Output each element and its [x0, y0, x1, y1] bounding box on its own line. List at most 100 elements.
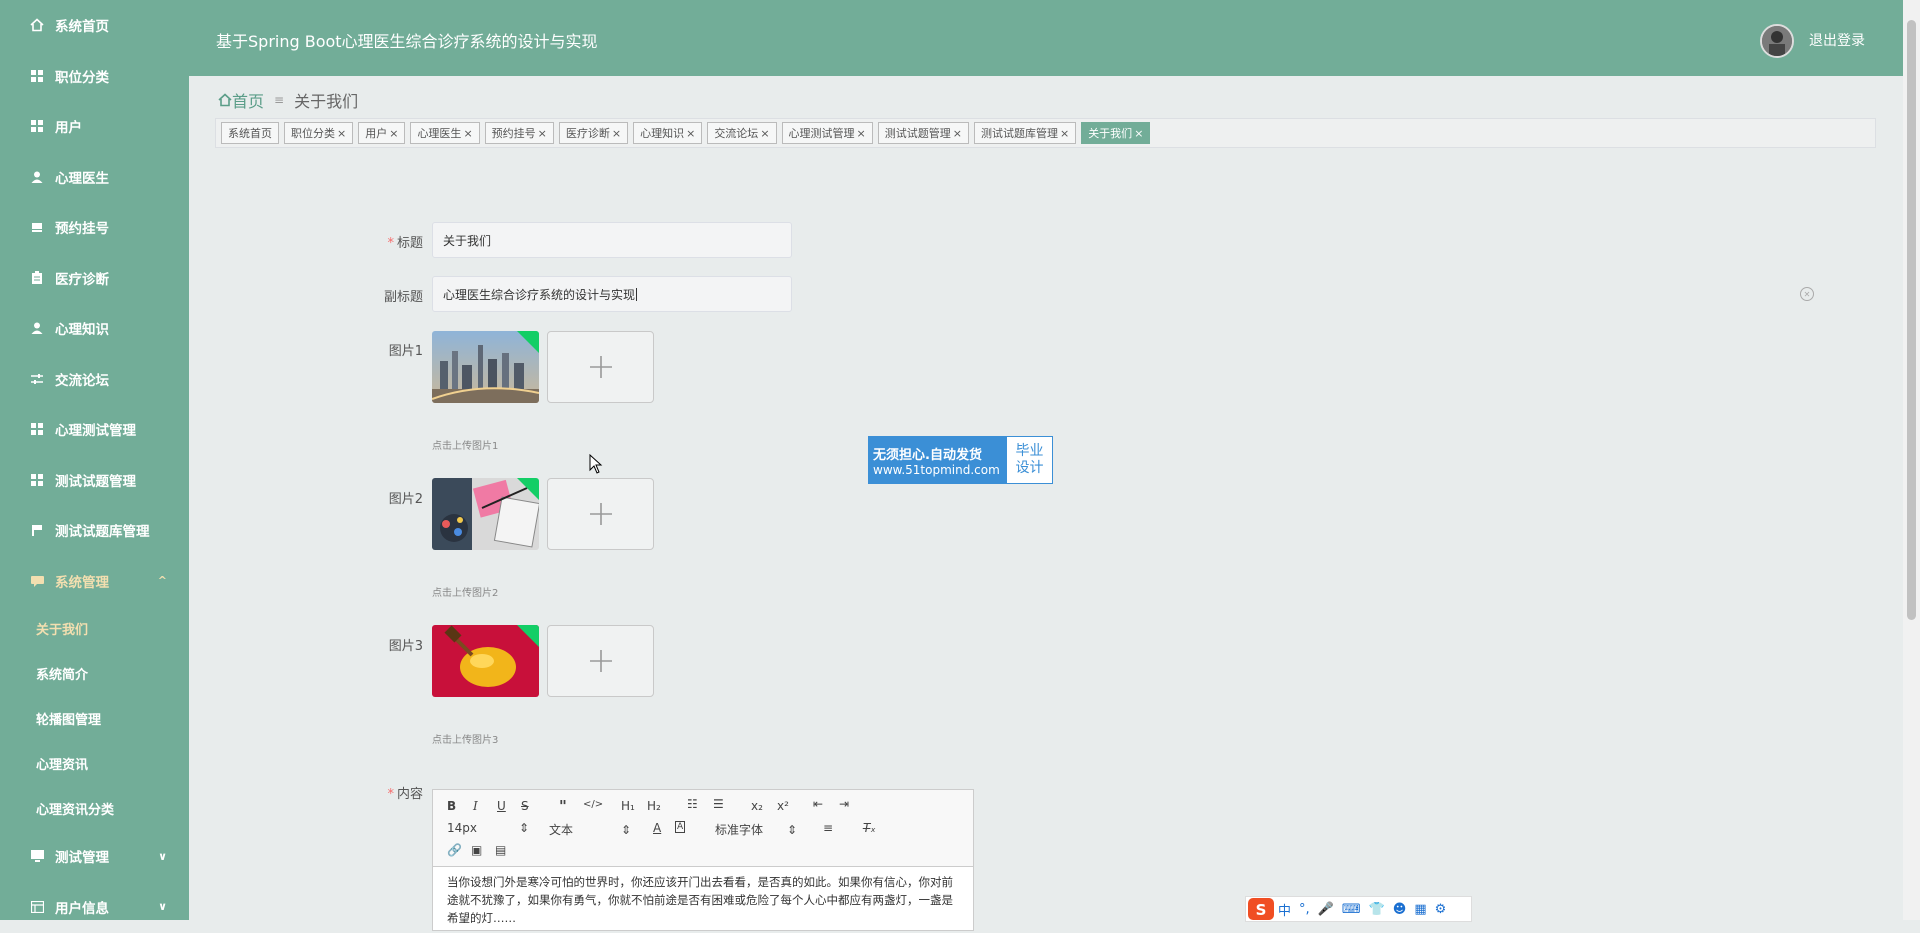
title-input[interactable]: 关于我们: [432, 222, 792, 258]
pic1-tip: 点击上传图片1: [432, 441, 499, 452]
close-icon[interactable]: ×: [337, 127, 346, 140]
close-icon[interactable]: ×: [1060, 127, 1069, 140]
sidebar-item[interactable]: 心理测试管理: [0, 404, 189, 455]
pic3-thumbnail[interactable]: [432, 625, 539, 697]
editor-content[interactable]: 当你设想门外是寒冷可怕的世界时，你还应该开门出去看看，是否真的如此。如果你有信心…: [433, 867, 973, 933]
ime-toolbar[interactable]: S 中 °, 🎤 ⌨ 👕 ☻ ▦ ⚙: [1245, 896, 1472, 922]
close-icon[interactable]: ×: [686, 127, 695, 140]
outdent-button[interactable]: ⇤: [813, 797, 823, 811]
sidebar-item[interactable]: 用户信息 ∨: [0, 882, 189, 921]
h1-button[interactable]: H₁: [621, 799, 635, 813]
h2-button[interactable]: H₂: [647, 799, 661, 813]
breadcrumb-home[interactable]: 首页: [218, 88, 264, 112]
tab[interactable]: 心理医生 ×: [410, 122, 480, 144]
sidebar-group-system[interactable]: 系统管理 ^: [0, 556, 189, 607]
close-icon[interactable]: ×: [389, 127, 398, 140]
plus-icon: [589, 503, 612, 525]
subtitle-input[interactable]: 心理医生综合诊疗系统的设计与实现: [432, 276, 792, 312]
pic1-upload-button[interactable]: [547, 331, 654, 403]
text-type-select[interactable]: 文本 ⇕: [549, 821, 631, 838]
toolbox-icon[interactable]: ▦: [1414, 902, 1426, 917]
close-icon[interactable]: ×: [760, 127, 769, 140]
font-color-button[interactable]: A: [653, 821, 661, 835]
clear-icon[interactable]: ✕: [1800, 287, 1814, 301]
italic-button[interactable]: I: [473, 799, 478, 813]
bg-color-button[interactable]: A: [675, 821, 686, 833]
underline-button[interactable]: U: [497, 799, 506, 813]
bullet-list-button[interactable]: ☰: [713, 797, 724, 811]
image-icon[interactable]: ▣: [471, 843, 482, 857]
close-icon[interactable]: ×: [857, 127, 866, 140]
page-scrollbar[interactable]: [1903, 0, 1920, 920]
mic-icon[interactable]: 🎤: [1318, 902, 1334, 917]
sidebar-subitem[interactable]: 心理资讯: [0, 741, 189, 786]
font-size-select[interactable]: 14px ⇕: [447, 821, 529, 835]
tab[interactable]: 系统首页: [221, 122, 279, 144]
bold-button[interactable]: B: [447, 799, 456, 813]
align-button[interactable]: ≡: [823, 821, 833, 835]
avatar[interactable]: [1760, 24, 1794, 58]
sidebar-subitem[interactable]: 关于我们: [0, 606, 189, 651]
punctuation-icon[interactable]: °,: [1299, 902, 1310, 917]
home-icon: [218, 93, 232, 107]
video-icon[interactable]: ▤: [495, 843, 506, 857]
font-family-select[interactable]: 标准字体 ⇕: [715, 821, 797, 838]
home-icon: [29, 17, 45, 33]
sidebar-item[interactable]: 医疗诊断: [0, 253, 189, 304]
sidebar-item[interactable]: 测试试题库管理: [0, 505, 189, 556]
strike-button[interactable]: S: [521, 799, 529, 813]
sidebar-item[interactable]: 测试管理 ∨: [0, 831, 189, 882]
tab[interactable]: 用户 ×: [358, 122, 406, 144]
subscript-button[interactable]: x₂: [751, 799, 763, 813]
sidebar: 系统首页 职位分类 用户 心理医生 预约挂号 医疗诊断心理知识交流论坛 心理测试管理 测试试题…: [0, 0, 189, 920]
code-button[interactable]: </>: [583, 799, 603, 810]
tab[interactable]: 关于我们 ×: [1081, 122, 1151, 144]
pic1-thumbnail[interactable]: [432, 331, 539, 403]
sidebar-item[interactable]: 测试试题管理: [0, 455, 189, 506]
tab-label: 关于我们: [1088, 127, 1133, 140]
sidebar-item[interactable]: 职位分类: [0, 51, 189, 102]
keyboard-icon[interactable]: ⌨: [1342, 902, 1361, 917]
sidebar-subitem[interactable]: 心理资讯分类: [0, 786, 189, 831]
close-icon[interactable]: ×: [612, 127, 621, 140]
pic2-thumbnail[interactable]: [432, 478, 539, 550]
tab[interactable]: 预约挂号 ×: [484, 122, 554, 144]
settings-icon[interactable]: ⚙: [1435, 902, 1447, 917]
sidebar-item[interactable]: 系统首页: [0, 0, 189, 51]
skin-icon[interactable]: 👕: [1369, 902, 1385, 917]
scrollbar-thumb[interactable]: [1907, 20, 1916, 620]
logout-button[interactable]: 退出登录: [1809, 30, 1865, 50]
superscript-button[interactable]: x²: [777, 799, 789, 813]
emoji-icon[interactable]: ☻: [1393, 902, 1407, 917]
tab[interactable]: 心理测试管理 ×: [781, 122, 873, 144]
tab[interactable]: 交流论坛 ×: [707, 122, 777, 144]
tab[interactable]: 测试试题管理 ×: [877, 122, 969, 144]
indent-button[interactable]: ⇥: [839, 797, 849, 811]
close-icon[interactable]: ×: [953, 127, 962, 140]
sidebar-subitem[interactable]: 系统简介: [0, 651, 189, 696]
sidebar-item-label: 用户信息: [55, 900, 109, 917]
sidebar-item[interactable]: 心理医生: [0, 152, 189, 203]
tab[interactable]: 心理知识 ×: [633, 122, 703, 144]
pic3-upload-button[interactable]: [547, 625, 654, 697]
sidebar-item-label: 心理知识: [55, 322, 109, 339]
pic2-upload-button[interactable]: [547, 478, 654, 550]
sidebar-item[interactable]: 心理知识: [0, 303, 189, 354]
pic2-label: 图片2: [388, 492, 423, 507]
sidebar-item[interactable]: 用户: [0, 101, 189, 152]
sidebar-item[interactable]: 预约挂号: [0, 202, 189, 253]
rich-text-editor[interactable]: B I U S " </> H₁ H₂ ☷ ☰ x₂ x² ⇤ ⇥ 14px ⇕ …: [432, 789, 974, 931]
close-icon[interactable]: ×: [463, 127, 472, 140]
ordered-list-button[interactable]: ☷: [687, 797, 698, 811]
tab[interactable]: 医疗诊断 ×: [558, 122, 629, 144]
close-icon[interactable]: ×: [538, 127, 547, 140]
close-icon[interactable]: ×: [1134, 127, 1143, 140]
link-icon[interactable]: 🔗: [447, 843, 462, 857]
sidebar-subitem[interactable]: 轮播图管理: [0, 696, 189, 741]
tab[interactable]: 职位分类 ×: [284, 122, 354, 144]
ime-lang[interactable]: 中: [1278, 900, 1291, 919]
blockquote-button[interactable]: ": [559, 797, 567, 815]
sidebar-item[interactable]: 交流论坛: [0, 354, 189, 405]
tab[interactable]: 测试试题库管理 ×: [973, 122, 1077, 144]
clear-format-button[interactable]: T̶ₓ: [863, 821, 876, 835]
